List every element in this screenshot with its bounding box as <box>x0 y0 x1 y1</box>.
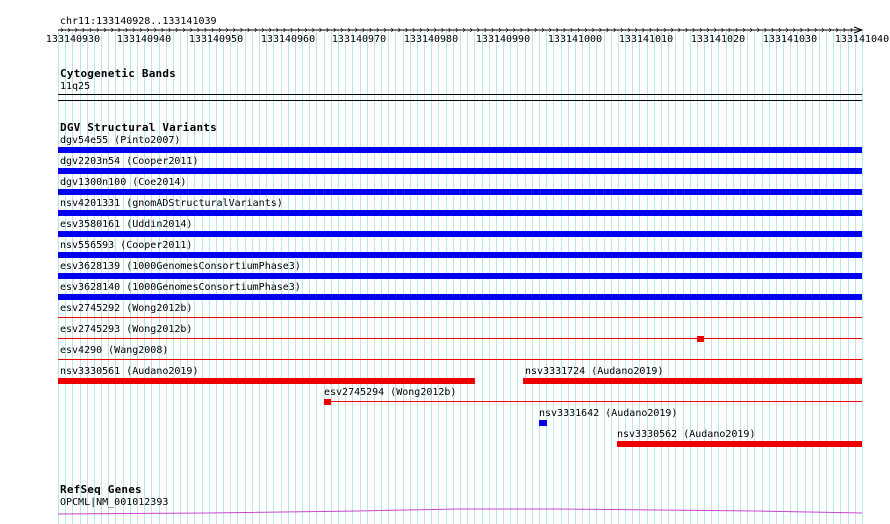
dgv-track-title: DGV Structural Variants <box>60 121 217 134</box>
feature-label: nsv556593 (Cooper2011) <box>60 240 193 251</box>
feature-label: esv2745292 (Wong2012b) <box>60 303 193 314</box>
cytoband-track-title: Cytogenetic Bands <box>60 67 176 80</box>
refseq-track-title: RefSeq Genes <box>60 483 142 496</box>
variant-bar[interactable] <box>523 378 862 384</box>
ruler-tick-label: 133140960 <box>260 34 316 45</box>
variant-bar[interactable] <box>58 359 862 360</box>
variant-bar[interactable] <box>58 317 862 318</box>
variant-block[interactable] <box>539 420 547 426</box>
ruler-tick-label: 133140930 <box>45 34 101 45</box>
ruler-tick-label: 133141010 <box>618 34 674 45</box>
ruler-tick-label: 133140950 <box>188 34 244 45</box>
feature-label: esv2745293 (Wong2012b) <box>60 324 193 335</box>
feature-label: dgv2203n54 (Cooper2011) <box>60 156 199 167</box>
variant-bar[interactable] <box>58 189 862 195</box>
ruler-tick-label: 133140990 <box>475 34 531 45</box>
ruler-tick-label: 133140970 <box>331 34 387 45</box>
feature-label: esv4290 (Wang2008) <box>60 345 169 356</box>
ruler-tick-label: 133141030 <box>762 34 818 45</box>
ruler-tick-label: 133141040 <box>834 34 890 45</box>
feature-label: nsv3330562 (Audano2019) <box>617 429 756 440</box>
cytoband-bar[interactable] <box>58 94 862 95</box>
ruler-tick-label: 133141000 <box>547 34 603 45</box>
cytoband-label: 11q25 <box>60 81 91 92</box>
variant-bar[interactable] <box>58 294 862 300</box>
ruler-tick-label: 133140980 <box>403 34 459 45</box>
variant-bar[interactable] <box>58 378 475 384</box>
ruler-tick-label: 133141020 <box>690 34 746 45</box>
variant-bar[interactable] <box>58 252 862 258</box>
variant-block[interactable] <box>324 399 331 405</box>
variant-bar[interactable] <box>58 338 862 339</box>
variant-bar[interactable] <box>58 273 862 279</box>
variant-block[interactable] <box>697 336 704 342</box>
feature-label: nsv3331642 (Audano2019) <box>539 408 678 419</box>
feature-label: nsv4201331 (gnomADStructuralVariants) <box>60 198 283 209</box>
feature-label: esv3580161 (Uddin2014) <box>60 219 193 230</box>
feature-label: nsv3330561 (Audano2019) <box>60 366 199 377</box>
track-separator <box>58 100 862 101</box>
gene-line[interactable] <box>58 506 864 518</box>
feature-label: dgv54e55 (Pinto2007) <box>60 135 181 146</box>
feature-label: nsv3331724 (Audano2019) <box>525 366 664 377</box>
variant-bar[interactable] <box>58 210 862 216</box>
feature-label: dgv1300n100 (Coe2014) <box>60 177 187 188</box>
variant-bar[interactable] <box>58 168 862 174</box>
feature-label: esv3628139 (1000GenomesConsortiumPhase3) <box>60 261 301 272</box>
variant-bar[interactable] <box>617 441 862 447</box>
variant-bar[interactable] <box>58 147 862 153</box>
ruler-tick-label: 133140940 <box>116 34 172 45</box>
variant-bar[interactable] <box>58 231 862 237</box>
feature-label: esv3628140 (1000GenomesConsortiumPhase3) <box>60 282 301 293</box>
feature-label: esv2745294 (Wong2012b) <box>324 387 457 398</box>
variant-bar[interactable] <box>324 401 862 402</box>
